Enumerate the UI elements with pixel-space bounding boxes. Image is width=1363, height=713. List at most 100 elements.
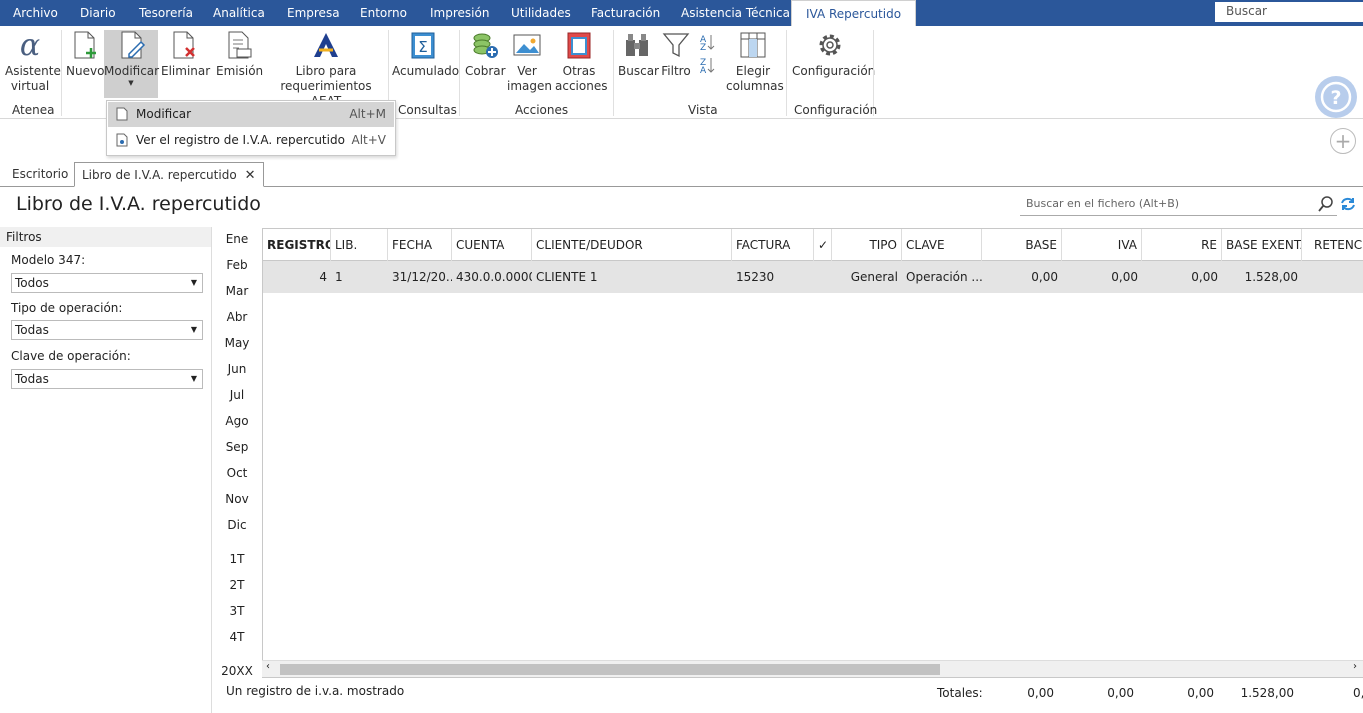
column-header-clave[interactable]: CLAVE (902, 229, 982, 261)
menu-tesoreria[interactable]: Tesorería (139, 0, 193, 26)
otras-acciones-button[interactable]: Otras acciones (550, 30, 608, 94)
month-feb[interactable]: Feb (222, 258, 252, 272)
month-oct[interactable]: Oct (222, 466, 252, 480)
close-icon[interactable]: ✕ (245, 168, 256, 183)
clave-operacion-value: Todas (15, 372, 49, 386)
modificar-dropdown-menu: Modificar Alt+M Ver el registro de I.V.A… (106, 100, 396, 156)
menu-diario[interactable]: Diario (80, 0, 116, 26)
cell-tipo: General (850, 270, 898, 284)
refresh-icon[interactable] (1340, 196, 1356, 212)
configuracion-button[interactable]: Configuración (792, 30, 875, 79)
clave-operacion-select[interactable]: Todas ▼ (11, 369, 203, 389)
scrollbar-thumb[interactable] (280, 664, 940, 675)
nuevo-button[interactable]: Nuevo (66, 30, 105, 79)
filtro-button[interactable]: Filtro (659, 30, 693, 79)
menu-empresa[interactable]: Empresa (287, 0, 340, 26)
month-ago[interactable]: Ago (222, 414, 252, 428)
total-retencion: 0, (1353, 686, 1363, 700)
cobrar-button[interactable]: Cobrar (465, 30, 506, 79)
asistente-virtual-label: Asistente virtual (5, 64, 61, 93)
column-header-fecha[interactable]: FECHA (388, 229, 452, 261)
tipo-operacion-select[interactable]: Todas ▼ (11, 320, 203, 340)
sum-book-icon: Σ (411, 32, 435, 59)
month-ene[interactable]: Ene (222, 232, 252, 246)
column-header-registro[interactable]: REGISTRO (263, 229, 331, 261)
help-button[interactable]: ? (1315, 76, 1357, 118)
column-header-retencion[interactable]: RETENCI (1302, 229, 1363, 261)
modificar-button[interactable]: Modificar ▼ (104, 30, 159, 98)
menu-entorno[interactable]: Entorno (360, 0, 407, 26)
month-abr[interactable]: Abr (222, 310, 252, 324)
elegir-columnas-button[interactable]: Elegir columnas (726, 30, 784, 94)
quarter-1t[interactable]: 1T (222, 552, 252, 566)
table-row[interactable]: 4 1 31/12/20... 430.0.0.00001 CLIENTE 1 … (263, 261, 1363, 293)
chevron-down-icon: ▼ (190, 374, 197, 383)
tab-libro-iva[interactable]: Libro de I.V.A. repercutido ✕ (74, 162, 264, 187)
menu-impresion[interactable]: Impresión (430, 0, 489, 26)
buscar-button[interactable]: Buscar (618, 30, 659, 79)
top-search-input[interactable]: Buscar (1215, 2, 1363, 22)
month-jun[interactable]: Jun (222, 362, 252, 376)
total-base-exenta: 1.528,00 (1240, 686, 1294, 700)
tab-escritorio[interactable]: Escritorio (12, 162, 68, 187)
scroll-left-icon[interactable]: ‹ (266, 661, 270, 672)
menu-bar: Archivo Diario Tesorería Analítica Empre… (0, 0, 1363, 26)
dropdown-item-modificar[interactable]: Modificar Alt+M (108, 102, 394, 127)
column-header-tipo[interactable]: TIPO (832, 229, 902, 261)
add-tab-button[interactable]: + (1330, 128, 1356, 154)
horizontal-scrollbar[interactable]: ‹ › (262, 660, 1363, 677)
nuevo-label: Nuevo (66, 64, 105, 78)
column-header-base[interactable]: BASE (982, 229, 1062, 261)
filtro-label: Filtro (661, 64, 691, 78)
menu-facturacion[interactable]: Facturación (591, 0, 660, 26)
eliminar-button[interactable]: Eliminar (161, 30, 210, 79)
emision-button[interactable]: Emisión (216, 30, 264, 79)
month-dic[interactable]: Dic (222, 518, 252, 532)
quarter-3t[interactable]: 3T (222, 604, 252, 618)
column-header-base-exenta[interactable]: BASE EXENTA (1222, 229, 1302, 261)
file-search-input[interactable]: Buscar en el fichero (Alt+B) (1020, 193, 1337, 216)
month-may[interactable]: May (222, 336, 252, 350)
emision-label: Emisión (216, 64, 264, 78)
column-header-lib[interactable]: LIB. (331, 229, 388, 261)
year-selector[interactable]: 20XX (220, 664, 254, 678)
menu-archivo[interactable]: Archivo (13, 0, 58, 26)
filters-panel: Filtros Modelo 347: Todos ▼ Tipo de opera… (0, 227, 212, 713)
column-header-cuenta[interactable]: CUENTA (452, 229, 532, 261)
menu-analitica[interactable]: Analítica (213, 0, 265, 26)
column-header-re[interactable]: RE (1142, 229, 1222, 261)
column-header-check[interactable]: ✓ (814, 229, 832, 261)
menu-iva-repercutido[interactable]: IVA Repercutido (791, 0, 917, 26)
column-header-factura[interactable]: FACTURA (732, 229, 814, 261)
modelo-347-value: Todos (15, 276, 49, 290)
month-nov[interactable]: Nov (222, 492, 252, 506)
asistente-virtual-button[interactable]: α Asistente virtual (4, 30, 61, 94)
column-header-iva[interactable]: IVA (1062, 229, 1142, 261)
columns-icon (740, 32, 766, 58)
libro-aeat-button[interactable]: Libro para requerimientos AEAT (270, 30, 382, 109)
group-label-configuracion: Configuración (794, 103, 878, 117)
column-header-cliente[interactable]: CLIENTE/DEUDOR (532, 229, 732, 261)
tipo-operacion-value: Todas (15, 323, 49, 337)
menu-asistencia-tecnica[interactable]: Asistencia Técnica (681, 0, 790, 26)
chevron-down-icon: ▼ (190, 325, 197, 334)
scroll-right-icon[interactable]: › (1353, 661, 1357, 672)
gear-icon (819, 34, 841, 56)
ver-imagen-button[interactable]: Ver imagen (506, 30, 552, 94)
edit-document-icon (121, 31, 146, 59)
quarter-4t[interactable]: 4T (222, 630, 252, 644)
ver-imagen-label: Ver imagen (507, 64, 552, 93)
chevron-down-icon: ▼ (190, 278, 197, 287)
month-sep[interactable]: Sep (222, 440, 252, 454)
cobrar-label: Cobrar (465, 64, 506, 78)
month-jul[interactable]: Jul (222, 388, 252, 402)
search-icon[interactable] (1318, 196, 1334, 212)
total-re: 0,00 (1187, 686, 1214, 700)
modelo-347-select[interactable]: Todos ▼ (11, 273, 203, 293)
quarter-2t[interactable]: 2T (222, 578, 252, 592)
dropdown-item-ver-registro[interactable]: Ver el registro de I.V.A. repercutido Al… (108, 128, 394, 153)
sort-button[interactable]: AZZA (696, 30, 716, 74)
acumulado-button[interactable]: Σ Acumulado (392, 30, 459, 79)
menu-utilidades[interactable]: Utilidades (511, 0, 571, 26)
month-mar[interactable]: Mar (222, 284, 252, 298)
